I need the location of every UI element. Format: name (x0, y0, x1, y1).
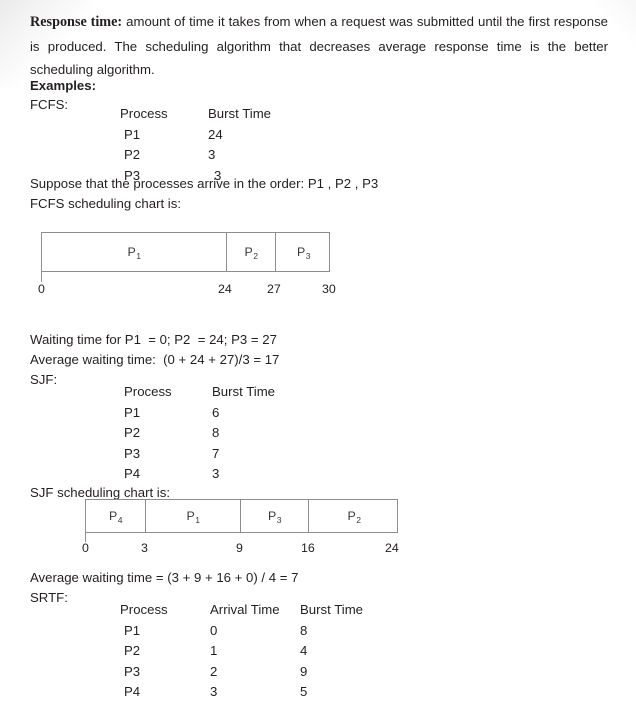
sjf-segment-p2-label: P2 (347, 509, 362, 525)
sjf-segment-p1-label: P1 (186, 509, 201, 525)
fcfs-chart-caption: FCFS scheduling chart is: (30, 196, 181, 211)
fcfs-axis-ticks: 0 24 27 30 (38, 282, 341, 300)
fcfs-tick-27: 27 (267, 282, 281, 296)
table-row: P2 8 (0, 423, 400, 444)
sjf-segment-p4: P4 (86, 500, 146, 532)
table-row: P2 1 4 (0, 641, 450, 662)
sjf-segment-p4-label: P4 (108, 509, 123, 525)
fcfs-gantt-box: P1 P2 P3 (41, 232, 330, 272)
sjf-table: Process Burst Time P1 6 P2 8 P3 7 P4 3 (0, 382, 400, 485)
fcfs-segment-p3-index: 3 (305, 251, 311, 261)
sjf-gantt-box: P4 P1 P3 P2 (85, 499, 398, 533)
sjf-tick-24: 24 (385, 541, 399, 555)
fcfs-waiting-time-line: Waiting time for P1 = 0; P2 = 24; P3 = 2… (30, 332, 277, 347)
fcfs-segment-p3-label: P3 (296, 245, 311, 261)
srtf-header-burst-time: Burst Time (300, 602, 364, 617)
response-time-paragraph: Response time: amount of time it takes f… (30, 10, 608, 82)
fcfs-header-burst-time: Burst Time (208, 106, 272, 121)
fcfs-segment-p2-index: 2 (253, 251, 259, 261)
fcfs-tick-0: 0 (38, 282, 45, 296)
fcfs-segment-p2: P2 (227, 233, 276, 271)
fcfs-tick-30: 30 (322, 282, 336, 296)
sjf-p3-burst: 7 (212, 445, 220, 461)
sjf-tick-0: 0 (82, 541, 89, 555)
srtf-p2-arrival: 1 (210, 643, 218, 659)
fcfs-segment-p1: P1 (42, 233, 227, 271)
sjf-segment-p1: P1 (146, 500, 241, 532)
srtf-p3-arrival: 2 (210, 663, 218, 679)
srtf-header-arrival-time: Arrival Time (210, 602, 280, 617)
document-page: Response time: amount of time it takes f… (0, 0, 636, 700)
sjf-p1-burst: 6 (212, 404, 220, 420)
sjf-header-process: Process (124, 384, 172, 399)
table-row: P1 24 (0, 125, 400, 146)
fcfs-header-process: Process (120, 106, 168, 121)
table-row: P4 3 (0, 464, 400, 485)
srtf-p1-burst: 8 (300, 622, 308, 638)
fcfs-segment-p3: P3 (276, 233, 331, 271)
srtf-p1-arrival: 0 (210, 622, 218, 638)
table-row: P3 2 9 (0, 662, 450, 683)
fcfs-segment-p1-label: P1 (127, 245, 142, 261)
examples-heading: Examples: (30, 78, 96, 93)
fcfs-segment-p1-index: 1 (136, 251, 142, 261)
table-row: P1 6 (0, 403, 400, 424)
sjf-segment-p4-index: 4 (117, 515, 123, 525)
sjf-segment-p3: P3 (241, 500, 309, 532)
fcfs-arrival-order-note: Suppose that the processes arrive in the… (30, 176, 379, 191)
sjf-tick-9: 9 (236, 541, 243, 555)
fcfs-tick-stem-0 (41, 272, 42, 282)
srtf-p3-burst: 9 (300, 663, 308, 679)
fcfs-average-waiting-time-line: Average waiting time: (0 + 24 + 27)/3 = … (30, 352, 280, 367)
sjf-header-burst-time: Burst Time (212, 384, 276, 399)
sjf-tick-3: 3 (141, 541, 148, 555)
response-time-term: Response time: (30, 14, 123, 30)
srtf-p1-process: P1 (124, 622, 141, 638)
fcfs-p2-process: P2 (124, 147, 141, 163)
fcfs-p1-burst: 24 (208, 126, 223, 142)
sjf-p4-burst: 3 (212, 466, 220, 482)
sjf-segment-p2-index: 2 (356, 515, 362, 525)
srtf-p2-process: P2 (124, 643, 141, 659)
sjf-p1-process: P1 (124, 404, 141, 420)
sjf-axis-ticks: 0 3 9 16 24 (82, 541, 415, 559)
sjf-segment-p2: P2 (309, 500, 399, 532)
fcfs-p2-burst: 3 (208, 147, 216, 163)
srtf-table: Process Arrival Time Burst Time P1 0 8 P… (0, 600, 450, 703)
srtf-p3-process: P3 (124, 663, 141, 679)
fcfs-p1-process: P1 (124, 126, 141, 142)
table-header-row: Process Burst Time (0, 104, 400, 125)
fcfs-segment-p2-label: P2 (244, 245, 259, 261)
fcfs-tick-24: 24 (218, 282, 232, 296)
sjf-average-waiting-time-line: Average waiting time = (3 + 9 + 16 + 0) … (30, 570, 299, 585)
srtf-header-process: Process (120, 602, 168, 617)
sjf-segment-p3-index: 3 (276, 515, 282, 525)
table-header-row: Process Arrival Time Burst Time (0, 600, 450, 621)
sjf-segment-p1-index: 1 (195, 515, 201, 525)
sjf-tick-16: 16 (301, 541, 315, 555)
sjf-segment-p3-label: P3 (267, 509, 282, 525)
table-row: P3 7 (0, 444, 400, 465)
sjf-p2-process: P2 (124, 425, 141, 441)
sjf-p4-process: P4 (124, 466, 141, 482)
table-row: P1 0 8 (0, 621, 450, 642)
sjf-p2-burst: 8 (212, 425, 220, 441)
sjf-p3-process: P3 (124, 445, 141, 461)
srtf-p2-burst: 4 (300, 643, 308, 659)
table-row: P2 3 (0, 145, 400, 166)
table-header-row: Process Burst Time (0, 382, 400, 403)
